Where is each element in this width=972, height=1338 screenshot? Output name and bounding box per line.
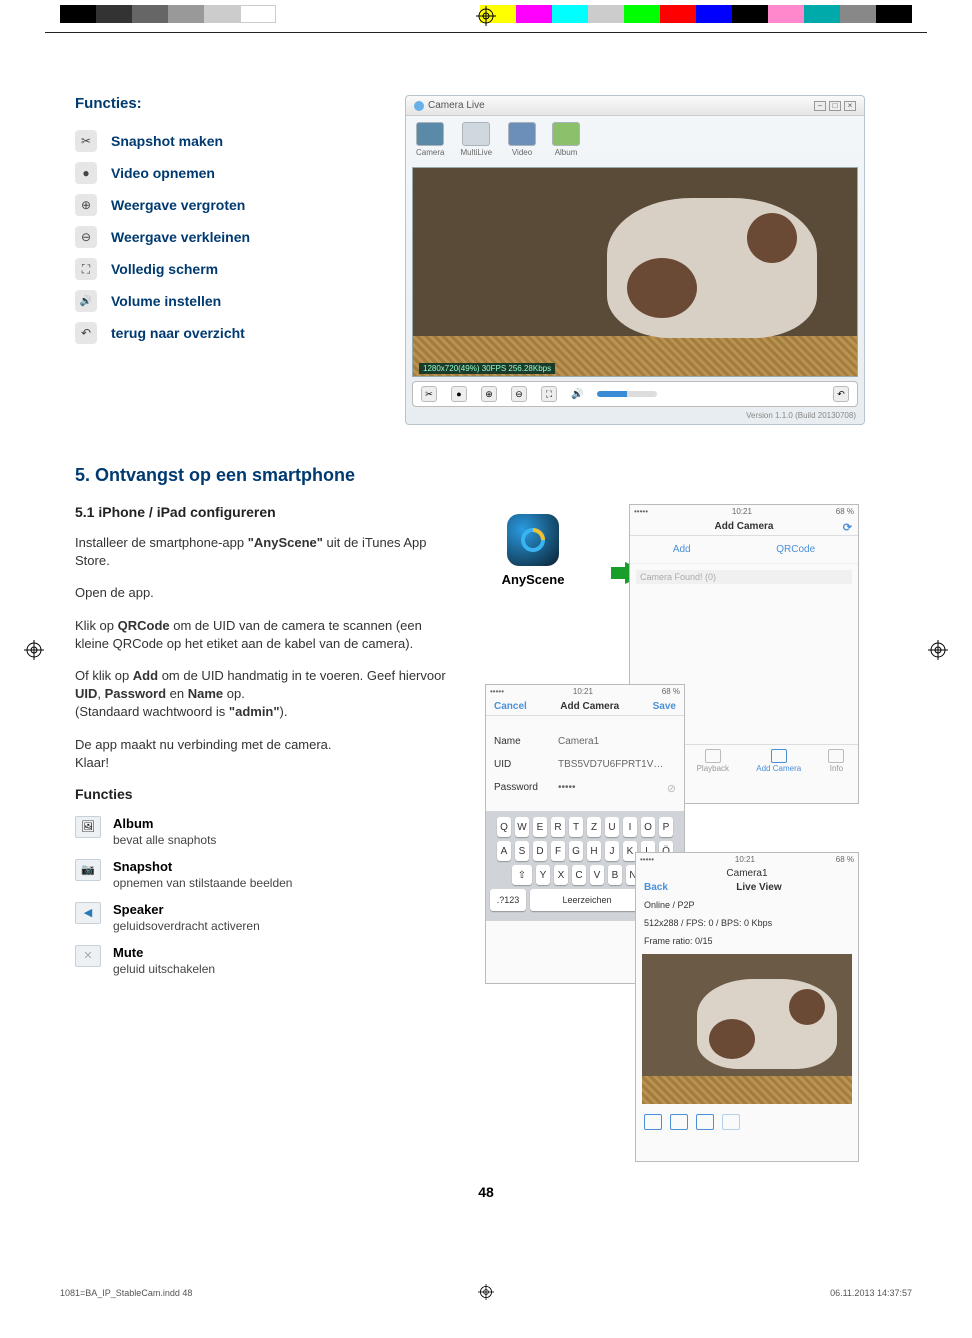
snapshot-button[interactable] — [670, 1114, 688, 1130]
tab-camera[interactable]: Camera — [416, 122, 444, 157]
qrcode-link[interactable]: QRCode — [776, 544, 815, 555]
anyscene-app-icon — [507, 514, 559, 566]
back-icon: ↶ — [75, 322, 97, 344]
footer-filename: 1081=BA_IP_StableCam.indd 48 — [60, 1288, 192, 1298]
mute-icon: ✕ — [75, 945, 101, 967]
name-label: Name — [494, 736, 550, 747]
sub-heading: 5.1 iPhone / iPad configureren — [75, 504, 455, 520]
tab-multilive[interactable]: MultiLive — [460, 122, 492, 157]
app-logo-icon — [414, 101, 424, 111]
volume-icon: 🔊 — [75, 290, 97, 312]
camera-live-window: Camera Live – □ × Camera MultiLive Video… — [405, 95, 865, 425]
refresh-icon[interactable]: ⟳ — [843, 521, 852, 534]
phone-live-view: •••••10:2168 % Camera1 Back Live View On… — [635, 852, 859, 1162]
anyscene-label: AnyScene — [495, 572, 571, 587]
tab-info[interactable]: Info — [828, 749, 844, 773]
phone-screenshots: AnyScene •••••10:2168 % Add Camera⟳ Add … — [485, 504, 865, 1164]
back-link[interactable]: Back — [644, 882, 668, 893]
functies-heading: Functies: — [75, 95, 375, 112]
name-input[interactable]: Camera1 — [558, 736, 676, 747]
camera-found-field: Camera Found! (0) — [636, 570, 852, 584]
back-button[interactable]: ↶ — [833, 386, 849, 402]
status-label: Online / P2P — [636, 896, 858, 914]
snapshot-icon: 📷 — [75, 859, 101, 881]
resolution-label: 512x288 / FPS: 0 / BPS: 0 Kbps — [636, 914, 858, 932]
window-titlebar: Camera Live – □ × — [406, 96, 864, 116]
version-label: Version 1.1.0 (Build 20130708) — [406, 409, 864, 424]
camera-name: Camera1 — [636, 866, 858, 879]
video-info-label: 1280x720(49%) 30FPS 256.28Kbps — [419, 363, 555, 374]
zoom-out-button[interactable]: ⊖ — [511, 386, 527, 402]
func-label: Video opnemen — [111, 165, 215, 181]
live-view-title: Live View — [736, 882, 781, 893]
functies2-heading: Functies — [75, 786, 455, 802]
functions-list: ✂ Snapshot maken ● Video opnemen ⊕ Weergave… — [75, 130, 375, 344]
uid-label: UID — [494, 759, 550, 770]
registration-mark-icon — [928, 640, 948, 660]
volume-slider[interactable] — [597, 391, 657, 397]
zoom-in-button[interactable]: ⊕ — [481, 386, 497, 402]
maximize-button[interactable]: □ — [829, 101, 841, 111]
zoom-in-icon: ⊕ — [75, 194, 97, 216]
speaker-button[interactable] — [696, 1114, 714, 1130]
window-title: Camera Live — [428, 100, 485, 111]
password-label: Password — [494, 782, 550, 795]
func-label: terug naar overzicht — [111, 325, 245, 341]
body-text: Installeer de smartphone-app "AnyScene" … — [75, 534, 455, 772]
func-label: Weergave vergroten — [111, 197, 245, 213]
live-video — [642, 954, 852, 1104]
app-tabs: Camera MultiLive Video Album — [406, 116, 864, 163]
zoom-out-icon: ⊖ — [75, 226, 97, 248]
phone1-title: Add Camera — [715, 521, 774, 532]
speaker-icon: ◀ — [75, 902, 101, 924]
control-bar: ✂ ● ⊕ ⊖ ⛶ 🔊 ↶ — [412, 381, 858, 407]
frame-ratio-label: Frame ratio: 0/15 — [636, 932, 858, 950]
snapshot-button[interactable]: ✂ — [421, 386, 437, 402]
func-label: Weergave verkleinen — [111, 229, 250, 245]
mute-button[interactable] — [722, 1114, 740, 1130]
uid-input[interactable]: TBS5VD7U6FPRT1V… — [558, 759, 676, 770]
close-button[interactable]: × — [844, 101, 856, 111]
func-label: Volledig scherm — [111, 261, 218, 277]
password-input[interactable]: ••••• — [558, 782, 659, 795]
registration-mark-icon — [24, 640, 44, 660]
scissors-icon: ✂ — [75, 130, 97, 152]
crop-line — [45, 32, 927, 33]
album-icon: 🖼 — [75, 816, 101, 838]
tab-album[interactable]: Album — [552, 122, 580, 157]
save-link[interactable]: Save — [653, 701, 676, 712]
print-footer: 1081=BA_IP_StableCam.indd 48 06.11.2013 … — [60, 1288, 912, 1298]
registration-mark-icon — [476, 6, 496, 26]
fullscreen-button[interactable]: ⛶ — [541, 386, 557, 402]
page-number: 48 — [75, 1184, 897, 1200]
record-icon: ● — [75, 162, 97, 184]
section-heading: 5. Ontvangst op een smartphone — [75, 465, 897, 486]
minimize-button[interactable]: – — [814, 101, 826, 111]
volume-icon: 🔊 — [571, 389, 583, 400]
registration-mark-icon — [478, 1284, 494, 1302]
tab-playback[interactable]: Playback — [697, 749, 729, 773]
album-button[interactable] — [644, 1114, 662, 1130]
tab-add-camera[interactable]: Add Camera — [756, 749, 801, 773]
cancel-link[interactable]: Cancel — [494, 701, 527, 712]
tab-video[interactable]: Video — [508, 122, 536, 157]
footer-timestamp: 06.11.2013 14:37:57 — [830, 1288, 912, 1298]
phone2-title: Add Camera — [560, 701, 619, 712]
functions2-list: 🖼Albumbevat alle snaphots 📷Snapshotopnem… — [75, 816, 455, 978]
fullscreen-icon: ⛶ — [75, 258, 97, 280]
record-button[interactable]: ● — [451, 386, 467, 402]
func-label: Snapshot maken — [111, 133, 223, 149]
add-link[interactable]: Add — [673, 544, 691, 555]
video-preview: 1280x720(49%) 30FPS 256.28Kbps — [412, 167, 858, 377]
func-label: Volume instellen — [111, 293, 221, 309]
